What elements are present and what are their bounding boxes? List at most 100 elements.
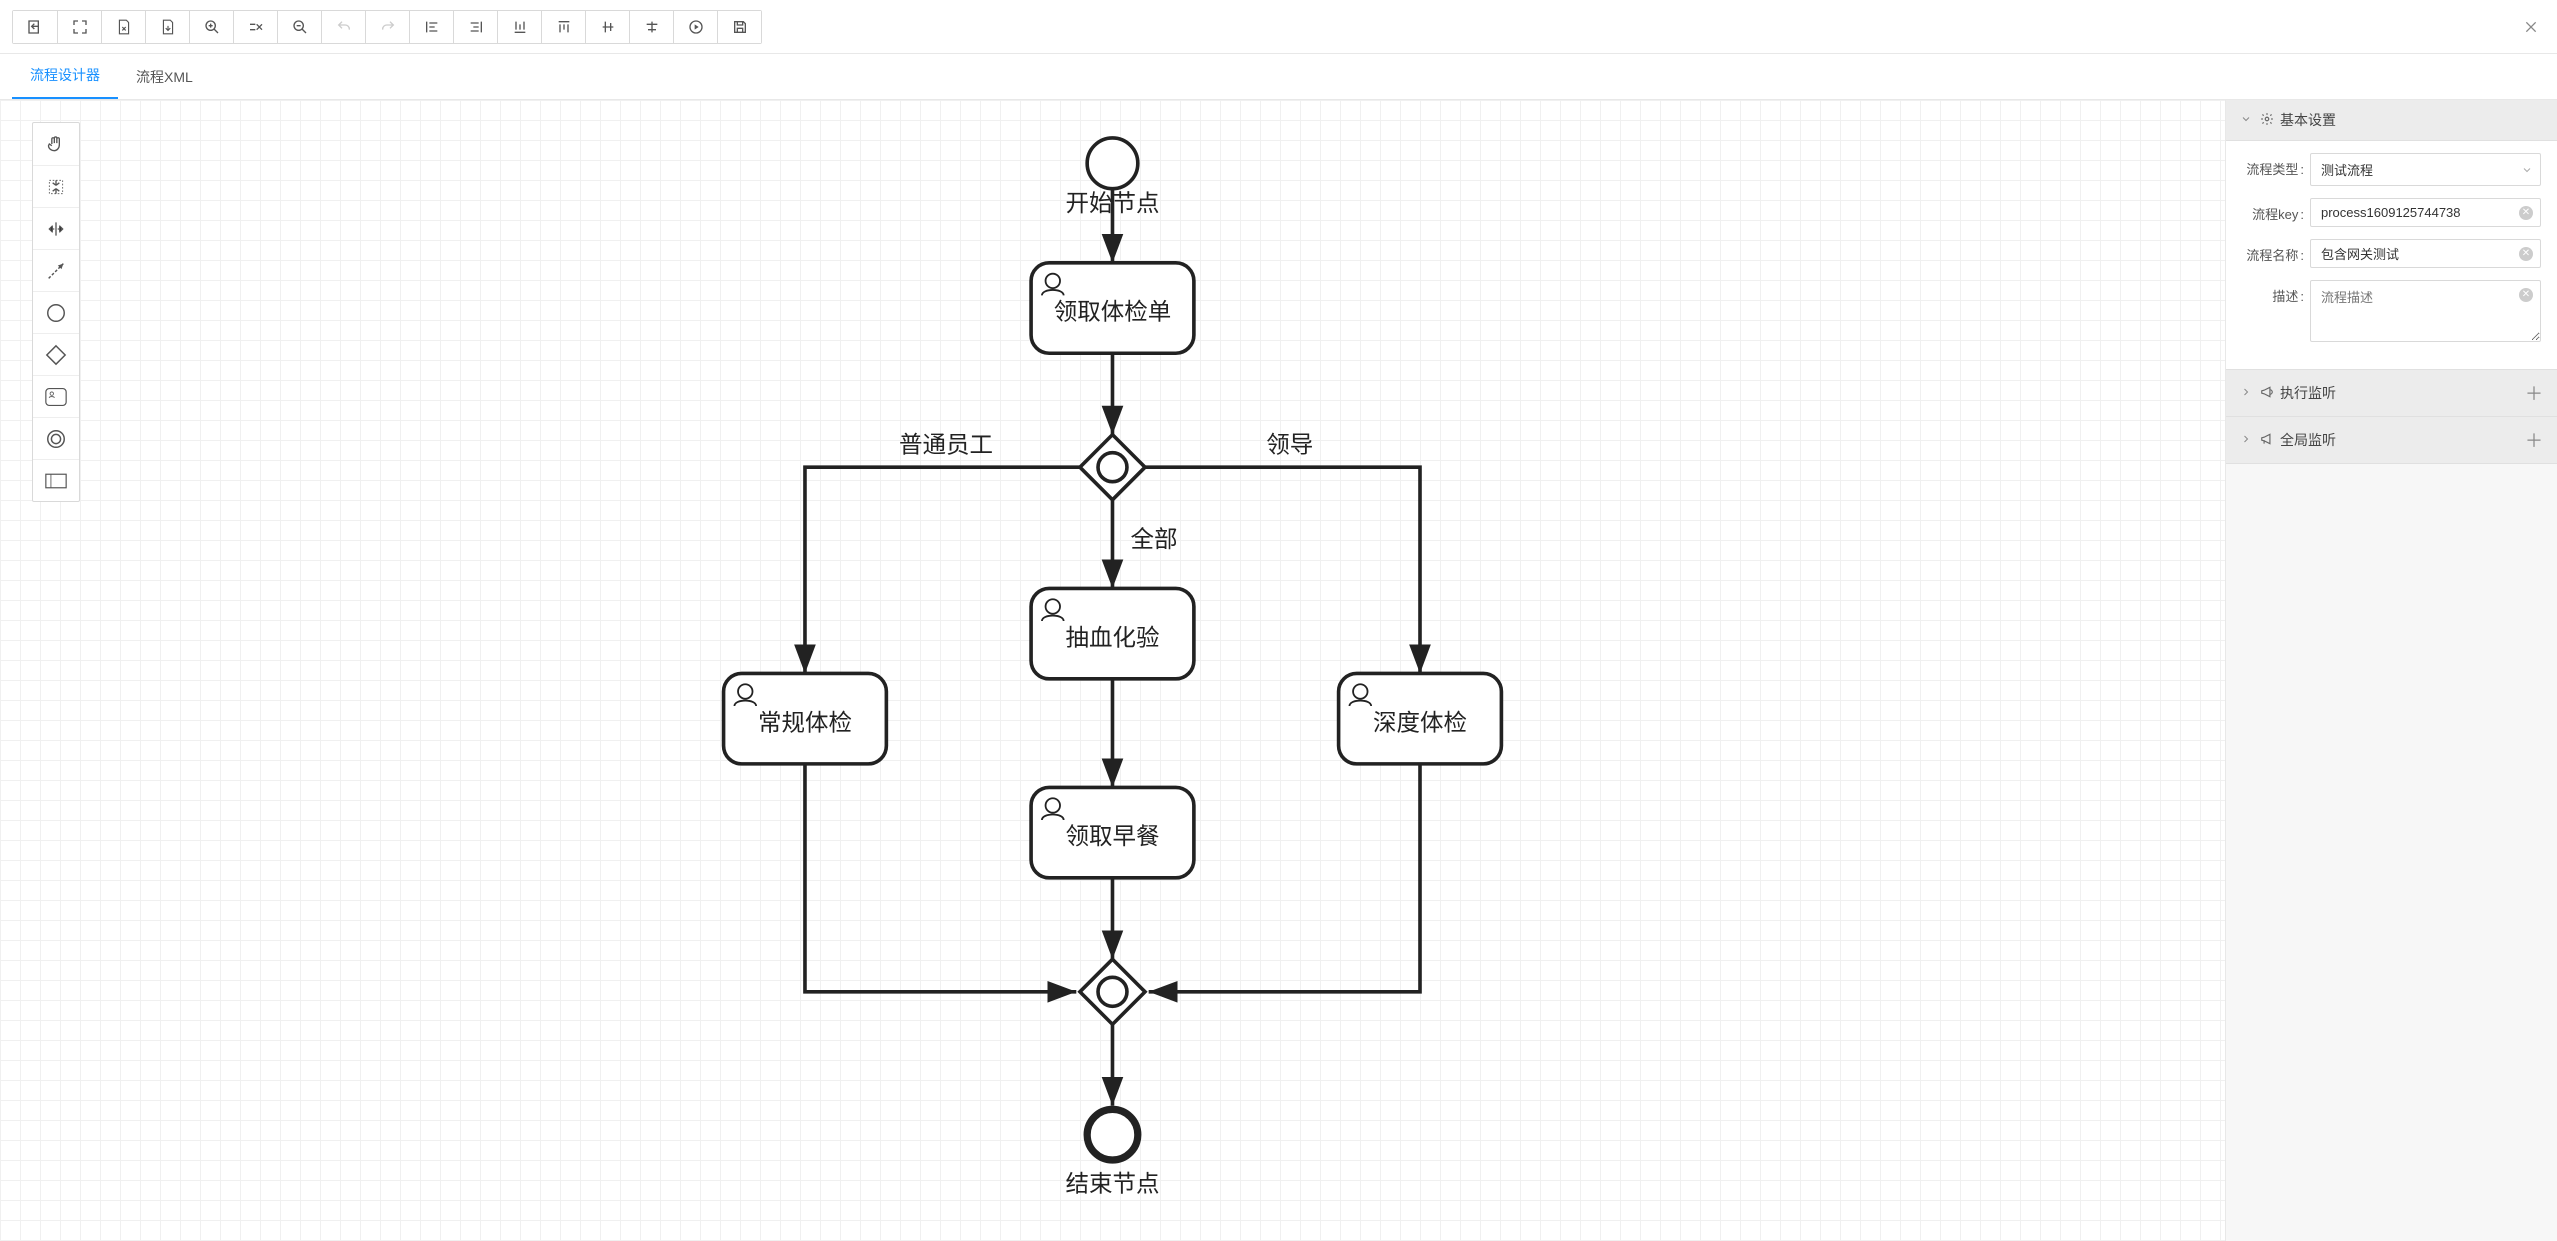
tool-start-event[interactable] [33, 291, 79, 333]
tab-designer[interactable]: 流程设计器 [12, 55, 118, 99]
play-icon [688, 19, 704, 35]
zoom-reset-icon [248, 19, 264, 35]
start-event[interactable] [1087, 138, 1138, 189]
tabs: 流程设计器 流程XML [0, 54, 2557, 100]
select-type[interactable]: 测试流程 [2310, 153, 2541, 186]
end-event[interactable] [1087, 1109, 1138, 1160]
connect-icon [45, 260, 67, 282]
clear-icon[interactable]: ✕ [2519, 247, 2533, 261]
fit-icon [72, 19, 88, 35]
section-global-title: 全局监听 [2280, 430, 2336, 450]
pool-icon [45, 473, 67, 489]
section-global-listener[interactable]: 全局监听 ＋ [2226, 417, 2557, 464]
align-right-icon [468, 19, 484, 35]
svg-text:深度体检: 深度体检 [1373, 709, 1467, 735]
tool-user-task[interactable] [33, 375, 79, 417]
input-key[interactable] [2310, 198, 2541, 227]
simulate-button[interactable] [673, 11, 717, 43]
clear-icon[interactable]: ✕ [2519, 206, 2533, 220]
zoom-out-icon [292, 19, 308, 35]
end-icon [45, 428, 67, 450]
gateway-join[interactable] [1080, 959, 1145, 1024]
palette [32, 122, 80, 502]
input-name[interactable] [2310, 239, 2541, 268]
tab-xml[interactable]: 流程XML [118, 57, 211, 99]
zoom-reset-button[interactable] [233, 11, 277, 43]
align-hcenter-button[interactable] [585, 11, 629, 43]
edge-label-regular: 普通员工 [899, 432, 993, 458]
space-icon [46, 219, 66, 239]
fit-button[interactable] [57, 11, 101, 43]
tool-connect[interactable] [33, 249, 79, 291]
chevron-right-icon [2240, 385, 2252, 401]
chevron-down-icon [2240, 112, 2252, 128]
chevron-right-icon [2240, 432, 2252, 448]
user-task-icon [45, 387, 67, 407]
zoom-in-icon [204, 19, 220, 35]
task-regular-check[interactable]: 常规体检 [724, 673, 887, 763]
textarea-desc[interactable] [2310, 280, 2541, 342]
broadcast-icon [2260, 432, 2274, 449]
undo-icon [336, 19, 352, 35]
section-exec-listener[interactable]: 执行监听 ＋ [2226, 369, 2557, 417]
label-type: 流程类型 [2242, 153, 2310, 178]
align-hcenter-icon [600, 19, 616, 35]
hand-icon [46, 134, 66, 154]
import-icon [27, 19, 43, 35]
open-button[interactable] [13, 11, 57, 43]
align-vcenter-icon [644, 19, 660, 35]
align-bottom-button[interactable] [497, 11, 541, 43]
add-global-listener-button[interactable]: ＋ [2525, 427, 2543, 453]
align-right-button[interactable] [453, 11, 497, 43]
megaphone-icon [2260, 385, 2274, 402]
clear-icon[interactable]: ✕ [2519, 288, 2533, 302]
tool-hand[interactable] [33, 123, 79, 165]
file-down-icon [161, 19, 175, 35]
tool-pool[interactable] [33, 459, 79, 501]
svg-text:领取早餐: 领取早餐 [1065, 823, 1159, 849]
file-x-icon [117, 19, 131, 35]
tool-gateway[interactable] [33, 333, 79, 375]
circle-icon [45, 302, 67, 324]
task-collect-form[interactable]: 领取体检单 [1031, 263, 1194, 353]
save-icon [732, 19, 748, 35]
align-vcenter-button[interactable] [629, 11, 673, 43]
lasso-icon [46, 177, 66, 197]
svg-text:领取体检单: 领取体检单 [1054, 299, 1172, 325]
redo-icon [380, 19, 396, 35]
svg-text:抽血化验: 抽血化验 [1065, 624, 1159, 650]
tool-lasso[interactable] [33, 165, 79, 207]
download-svg-button[interactable] [145, 11, 189, 43]
align-top-icon [556, 19, 572, 35]
tool-space[interactable] [33, 207, 79, 249]
zoom-in-button[interactable] [189, 11, 233, 43]
section-basic-body: 流程类型 测试流程 流程key ✕ 流程名称 ✕ [2226, 141, 2557, 369]
task-blood-test[interactable]: 抽血化验 [1031, 588, 1194, 678]
diamond-icon [45, 344, 67, 366]
redo-button[interactable] [365, 11, 409, 43]
align-left-button[interactable] [409, 11, 453, 43]
diagram-svg: 开始节点 领取体检单 普通员工 全部 [0, 100, 2225, 1241]
end-label: 结束节点 [1065, 1171, 1159, 1197]
label-key: 流程key [2242, 198, 2310, 223]
task-breakfast[interactable]: 领取早餐 [1031, 787, 1194, 877]
section-basic-title: 基本设置 [2280, 110, 2336, 130]
label-name: 流程名称 [2242, 239, 2310, 264]
close-button[interactable] [2523, 19, 2539, 35]
properties-panel: 基本设置 流程类型 测试流程 流程key ✕ 流程名称 [2225, 100, 2557, 1241]
section-basic[interactable]: 基本设置 [2226, 100, 2557, 141]
download-xml-button[interactable] [101, 11, 145, 43]
add-exec-listener-button[interactable]: ＋ [2525, 380, 2543, 406]
task-deep-check[interactable]: 深度体检 [1339, 673, 1502, 763]
align-top-button[interactable] [541, 11, 585, 43]
tool-end-event[interactable] [33, 417, 79, 459]
zoom-out-button[interactable] [277, 11, 321, 43]
svg-text:常规体检: 常规体检 [758, 709, 852, 735]
canvas[interactable]: 开始节点 领取体检单 普通员工 全部 [0, 100, 2225, 1241]
close-icon [2523, 19, 2539, 35]
edge-label-leader: 领导 [1266, 432, 1313, 458]
undo-button[interactable] [321, 11, 365, 43]
save-button[interactable] [717, 11, 761, 43]
gateway-split[interactable] [1080, 435, 1145, 500]
label-desc: 描述 [2242, 280, 2310, 305]
